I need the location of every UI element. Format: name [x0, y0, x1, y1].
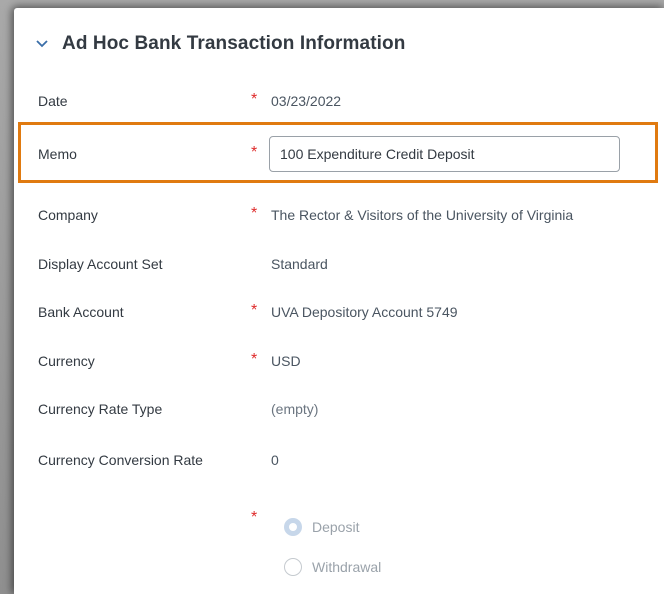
- radio-option-withdrawal[interactable]: Withdrawal: [284, 556, 381, 578]
- section-title: Ad Hoc Bank Transaction Information: [62, 33, 406, 54]
- company-label: Company: [38, 207, 98, 223]
- section-header[interactable]: Ad Hoc Bank Transaction Information: [34, 30, 405, 58]
- required-marker: *: [251, 205, 258, 222]
- display-account-set-label: Display Account Set: [38, 256, 163, 272]
- date-value: 03/23/2022: [271, 93, 342, 109]
- date-row: Date * 03/23/2022: [14, 86, 664, 116]
- transaction-panel: Ad Hoc Bank Transaction Information Date…: [14, 8, 664, 594]
- display-account-set-value: Standard: [271, 256, 328, 272]
- required-marker: *: [251, 91, 258, 108]
- memo-label: Memo: [38, 146, 77, 162]
- currency-rate-type-row: Currency Rate Type (empty): [14, 394, 664, 424]
- company-row: Company * The Rector & Visitors of the U…: [14, 200, 664, 230]
- currency-rate-type-label: Currency Rate Type: [38, 401, 163, 417]
- chevron-down-icon[interactable]: [34, 36, 50, 52]
- radio-selected-icon[interactable]: [284, 518, 302, 536]
- bank-account-value: UVA Depository Account 5749: [271, 304, 458, 320]
- memo-input[interactable]: 100 Expenditure Credit Deposit: [269, 136, 620, 172]
- radio-unselected-icon[interactable]: [284, 558, 302, 576]
- withdrawal-label: Withdrawal: [312, 559, 382, 575]
- currency-conversion-rate-value: 0: [271, 452, 279, 468]
- display-account-set-row: Display Account Set Standard: [14, 249, 664, 279]
- currency-conversion-rate-row: Currency Conversion Rate 0: [14, 445, 664, 475]
- required-marker: *: [251, 351, 258, 368]
- date-label: Date: [38, 93, 68, 109]
- currency-rate-type-value: (empty): [271, 401, 319, 417]
- bank-account-label: Bank Account: [38, 304, 124, 320]
- bank-account-row: Bank Account * UVA Depository Account 57…: [14, 297, 664, 327]
- currency-value: USD: [271, 353, 301, 369]
- required-marker: *: [251, 144, 258, 161]
- company-value: The Rector & Visitors of the University …: [271, 207, 574, 223]
- required-marker: *: [251, 302, 258, 319]
- deposit-label: Deposit: [312, 519, 360, 535]
- radio-option-deposit[interactable]: Deposit: [284, 516, 359, 538]
- currency-row: Currency * USD: [14, 346, 664, 376]
- required-marker: *: [251, 509, 258, 526]
- currency-label: Currency: [38, 353, 95, 369]
- currency-conversion-rate-label: Currency Conversion Rate: [38, 452, 203, 468]
